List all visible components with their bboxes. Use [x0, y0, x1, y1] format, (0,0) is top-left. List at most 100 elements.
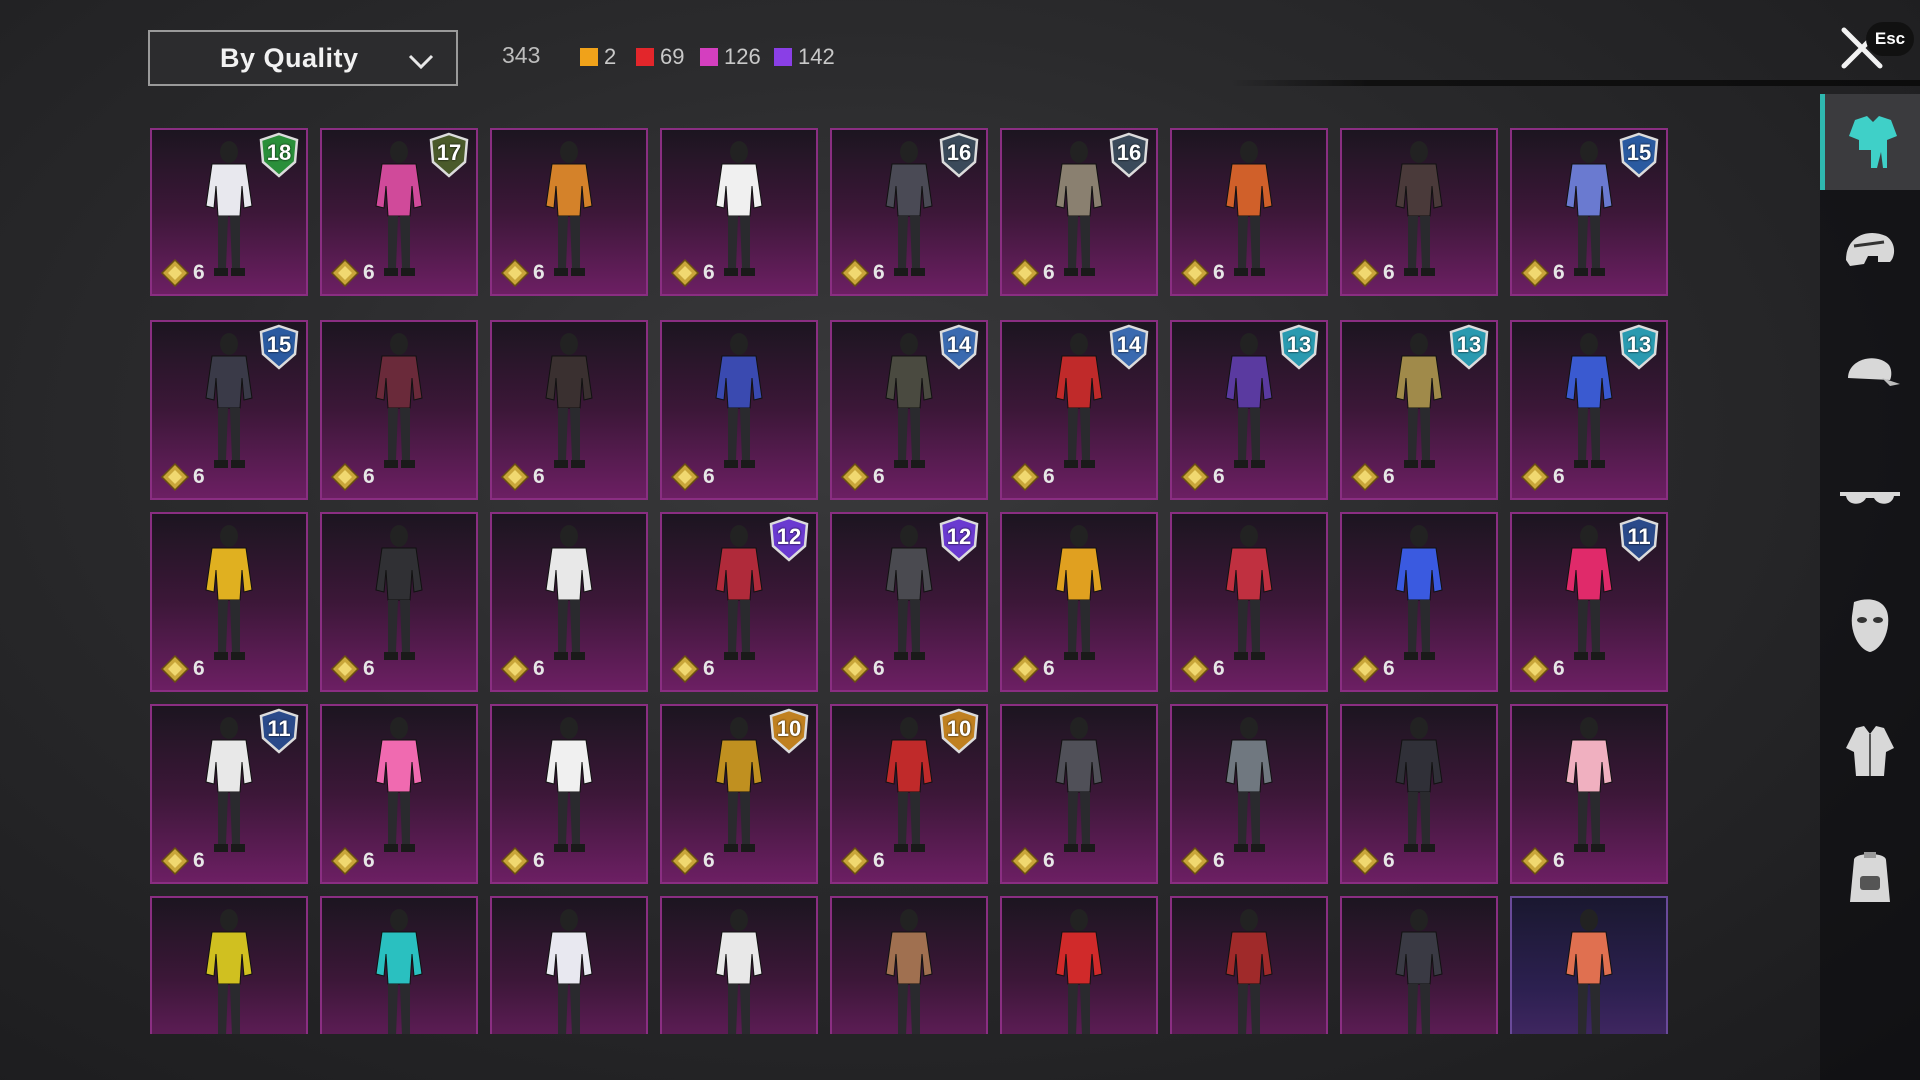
tier-indicator: 6 [840, 846, 885, 876]
tier-value: 6 [533, 849, 545, 872]
tier-diamond-icon [840, 258, 870, 288]
tier-diamond-icon [500, 846, 530, 876]
sidebar-tab-mask[interactable] [1820, 578, 1920, 674]
outfit-card[interactable]: 6 [490, 128, 648, 296]
tier-indicator: 6 [840, 258, 885, 288]
tier-value: 6 [703, 465, 715, 488]
legend-swatch [580, 48, 598, 66]
tier-value: 6 [1213, 849, 1225, 872]
outfit-icon [1395, 909, 1443, 1034]
outfit-card[interactable]: 6 [1000, 704, 1158, 884]
outfit-card[interactable]: 11 6 [150, 704, 308, 884]
tier-diamond-icon [1180, 654, 1210, 684]
tier-diamond-icon [1010, 654, 1040, 684]
chevron-down-icon [408, 54, 434, 70]
tier-value: 6 [363, 465, 375, 488]
outfit-card[interactable] [150, 896, 308, 1034]
tier-indicator: 6 [330, 462, 375, 492]
outfit-card[interactable]: 12 6 [660, 512, 818, 692]
tier-indicator: 6 [1010, 654, 1055, 684]
tier-value: 6 [1383, 465, 1395, 488]
sort-dropdown[interactable]: By Quality [148, 30, 458, 86]
sidebar-tab-jacket[interactable] [1820, 704, 1920, 800]
outfit-card[interactable]: 6 [1510, 704, 1668, 884]
outfit-card[interactable]: 6 [1170, 512, 1328, 692]
outfit-card[interactable]: 18 6 [150, 128, 308, 296]
outfit-card[interactable]: 13 6 [1170, 320, 1328, 500]
tier-diamond-icon [840, 462, 870, 492]
tier-indicator: 6 [160, 654, 205, 684]
tier-value: 6 [1043, 849, 1055, 872]
outfit-card[interactable] [320, 896, 478, 1034]
sidebar-tab-outfit[interactable] [1820, 94, 1920, 190]
sidebar-tab-helmet[interactable] [1820, 204, 1920, 300]
outfit-card[interactable]: 6 [320, 320, 478, 500]
outfit-icon [1565, 909, 1613, 1034]
outfit-card[interactable]: 10 6 [830, 704, 988, 884]
tier-indicator: 6 [1520, 462, 1565, 492]
tier-diamond-icon [1520, 654, 1550, 684]
sidebar-tab-backpack[interactable] [1820, 830, 1920, 926]
tier-diamond-icon [1350, 846, 1380, 876]
tier-indicator: 6 [840, 462, 885, 492]
outfit-card[interactable]: 6 [1000, 512, 1158, 692]
outfit-card[interactable]: 6 [1340, 128, 1498, 296]
outfit-card[interactable]: 16 6 [830, 128, 988, 296]
outfit-card[interactable]: 11 6 [1510, 512, 1668, 692]
outfit-icon [1225, 525, 1273, 660]
tier-value: 6 [1553, 657, 1565, 680]
outfit-icon [885, 909, 933, 1034]
outfit-card[interactable]: 6 [1170, 704, 1328, 884]
season-badge-number: 15 [266, 332, 292, 357]
tier-diamond-icon [1010, 258, 1040, 288]
outfit-card[interactable]: 15 6 [150, 320, 308, 500]
outfit-card[interactable] [490, 896, 648, 1034]
sidebar-tab-glasses[interactable] [1820, 450, 1920, 546]
outfit-card[interactable]: 13 6 [1510, 320, 1668, 500]
tier-diamond-icon [1350, 258, 1380, 288]
season-badge-number: 15 [1626, 140, 1652, 165]
outfit-card[interactable]: 6 [660, 128, 818, 296]
outfit-card[interactable] [660, 896, 818, 1034]
outfit-card[interactable] [1000, 896, 1158, 1034]
outfit-card[interactable]: 6 [490, 320, 648, 500]
outfit-card[interactable]: 17 6 [320, 128, 478, 296]
sidebar-tab-cap[interactable] [1820, 326, 1920, 422]
tier-value: 6 [363, 849, 375, 872]
outfit-card[interactable]: 14 6 [1000, 320, 1158, 500]
legend-item: 142 [774, 44, 835, 70]
outfit-card[interactable]: 6 [1170, 128, 1328, 296]
legend-count: 142 [798, 44, 835, 69]
outfit-card[interactable]: 6 [490, 512, 648, 692]
outfit-card[interactable]: 12 6 [830, 512, 988, 692]
outfit-card[interactable]: 6 [660, 320, 818, 500]
tier-indicator: 6 [330, 258, 375, 288]
outfit-card[interactable]: 6 [1340, 704, 1498, 884]
tier-diamond-icon [160, 258, 190, 288]
season-badge-number: 12 [776, 524, 802, 549]
legend-item: 2 [580, 44, 616, 70]
tier-indicator: 6 [1520, 654, 1565, 684]
outfit-card[interactable] [1170, 896, 1328, 1034]
outfit-icon [1055, 717, 1103, 852]
outfit-card[interactable] [830, 896, 988, 1034]
outfit-card[interactable]: 6 [320, 512, 478, 692]
tier-value: 6 [703, 261, 715, 284]
outfit-card[interactable]: 6 [320, 704, 478, 884]
outfit-card[interactable] [1510, 896, 1668, 1034]
outfit-card[interactable]: 14 6 [830, 320, 988, 500]
outfit-card[interactable]: 13 6 [1340, 320, 1498, 500]
season-badge-number: 11 [1627, 524, 1651, 549]
outfit-card[interactable]: 16 6 [1000, 128, 1158, 296]
outfit-icon [205, 909, 253, 1034]
outfit-card[interactable]: 6 [490, 704, 648, 884]
tier-diamond-icon [670, 654, 700, 684]
outfit-card[interactable]: 6 [150, 512, 308, 692]
outfit-card[interactable]: 10 6 [660, 704, 818, 884]
outfit-card[interactable]: 15 6 [1510, 128, 1668, 296]
outfit-card[interactable] [1340, 896, 1498, 1034]
tier-value: 6 [873, 465, 885, 488]
tier-value: 6 [363, 657, 375, 680]
outfit-icon [1395, 717, 1443, 852]
outfit-card[interactable]: 6 [1340, 512, 1498, 692]
